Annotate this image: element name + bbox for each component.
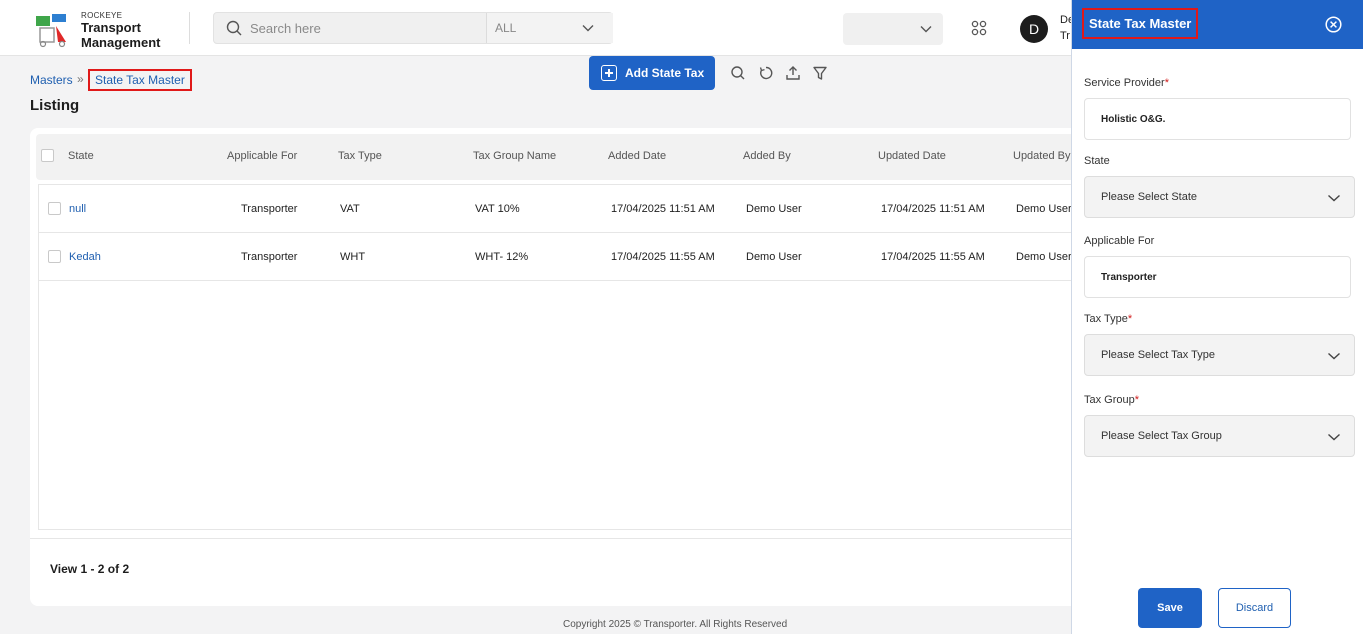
header-divider [189, 12, 190, 44]
page-title: Listing [30, 97, 80, 114]
column-header-applicable-for[interactable]: Applicable For [227, 150, 297, 162]
brand-line-1: Transport [81, 20, 141, 35]
cell-state[interactable]: Kedah [69, 251, 101, 263]
required-mark: * [1127, 313, 1133, 325]
column-header-tax-type[interactable]: Tax Type [338, 150, 382, 162]
table-row[interactable]: null Transporter VAT VAT 10% 17/04/2025 … [39, 185, 1085, 233]
brand-small: ROCKEYE [81, 11, 123, 20]
state-label: State [1084, 155, 1110, 167]
applicable-for-value: Transporter [1101, 272, 1157, 283]
avatar[interactable]: D [1020, 15, 1048, 43]
chevron-down-icon [1328, 194, 1340, 202]
search-input[interactable] [250, 13, 486, 43]
column-header-state[interactable]: State [68, 150, 94, 162]
tax-type-label-text: Tax Type [1084, 313, 1128, 325]
applicable-for-field[interactable]: Transporter [1084, 256, 1351, 298]
card-divider [30, 538, 1090, 539]
logo-icon [36, 14, 66, 48]
upload-icon[interactable] [785, 65, 801, 81]
cell-added-by: Demo User [746, 203, 802, 215]
user-role: Tr [1060, 30, 1070, 42]
tax-type-label: Tax Type* [1084, 313, 1132, 325]
state-label-text: State [1084, 155, 1110, 167]
select-all-checkbox[interactable] [41, 149, 54, 162]
cell-updated-date: 17/04/2025 11:51 AM [881, 203, 985, 215]
column-header-tax-group-name[interactable]: Tax Group Name [473, 150, 556, 162]
cell-tax-group-name: VAT 10% [475, 203, 520, 215]
search-icon [226, 20, 242, 36]
cell-updated-by: Demo User [1016, 203, 1072, 215]
cell-tax-type: WHT [340, 251, 366, 263]
tax-group-select-value: Please Select Tax Group [1101, 430, 1222, 442]
required-mark: * [1134, 394, 1140, 406]
add-state-tax-label: Add State Tax [625, 66, 705, 80]
column-header-updated-date[interactable]: Updated Date [878, 150, 946, 162]
cell-added-by: Demo User [746, 251, 802, 263]
breadcrumb-separator: » [77, 72, 84, 86]
search-scope-value: ALL [495, 21, 517, 35]
cell-applicable-for: Transporter [241, 203, 298, 215]
filter-icon[interactable] [812, 65, 828, 81]
search-icon[interactable] [730, 65, 746, 81]
global-search: ALL [213, 12, 613, 44]
tax-type-select-value: Please Select Tax Type [1101, 349, 1215, 361]
applicable-for-label: Applicable For [1084, 235, 1154, 247]
column-header-updated-by[interactable]: Updated By [1013, 150, 1070, 162]
tax-group-label-text: Tax Group [1084, 394, 1135, 406]
brand-line-2: Management [81, 35, 161, 50]
discard-button[interactable]: Discard [1218, 588, 1291, 628]
header-dropdown[interactable] [843, 13, 943, 45]
service-provider-value: Holistic O&G. [1101, 114, 1166, 125]
applicable-for-label-text: Applicable For [1084, 235, 1155, 247]
chevron-down-icon [1328, 352, 1340, 360]
cell-tax-group-name: WHT- 12% [475, 251, 529, 263]
apps-grid-icon[interactable] [971, 20, 987, 36]
column-header-added-by[interactable]: Added By [743, 150, 791, 162]
cell-updated-date: 17/04/2025 11:55 AM [881, 251, 985, 263]
state-tax-form-panel: State Tax Master Service Provider* Holis… [1071, 0, 1363, 634]
cell-state[interactable]: null [69, 203, 86, 215]
service-provider-label: Service Provider* [1084, 77, 1169, 89]
panel-header: State Tax Master [1072, 0, 1363, 49]
state-select-value: Please Select State [1101, 191, 1198, 203]
plus-icon [601, 65, 617, 81]
required-mark: * [1164, 77, 1169, 89]
search-scope-select[interactable]: ALL [486, 13, 613, 43]
cell-added-date: 17/04/2025 11:55 AM [611, 251, 715, 263]
chevron-down-icon [582, 25, 594, 32]
cell-added-date: 17/04/2025 11:51 AM [611, 203, 715, 215]
table-body: null Transporter VAT VAT 10% 17/04/2025 … [38, 184, 1086, 530]
column-header-added-date[interactable]: Added Date [608, 150, 666, 162]
chevron-down-icon [920, 26, 932, 33]
copyright-text: Copyright 2025 © Transporter. All Rights… [563, 619, 788, 630]
panel-title: State Tax Master [1082, 8, 1199, 39]
chevron-down-icon [1328, 433, 1340, 441]
cell-tax-type: VAT [340, 203, 360, 215]
cell-updated-by: Demo User [1016, 251, 1072, 263]
cell-applicable-for: Transporter [241, 251, 298, 263]
state-select[interactable]: Please Select State [1084, 176, 1355, 218]
service-provider-label-text: Service Provider [1084, 77, 1165, 89]
close-circle-icon[interactable] [1325, 16, 1342, 33]
tax-group-label: Tax Group* [1084, 394, 1139, 406]
tax-group-select[interactable]: Please Select Tax Group [1084, 415, 1355, 457]
table-row[interactable]: Kedah Transporter WHT WHT- 12% 17/04/202… [39, 233, 1085, 281]
table-header: State Applicable For Tax Type Tax Group … [36, 134, 1086, 180]
tax-type-select[interactable]: Please Select Tax Type [1084, 334, 1355, 376]
save-button[interactable]: Save [1138, 588, 1202, 628]
add-state-tax-button[interactable]: Add State Tax [589, 56, 715, 90]
row-checkbox[interactable] [48, 202, 61, 215]
breadcrumb-current[interactable]: State Tax Master [88, 69, 192, 91]
service-provider-field[interactable]: Holistic O&G. [1084, 98, 1351, 140]
row-checkbox[interactable] [48, 250, 61, 263]
pagination-summary: View 1 - 2 of 2 [50, 562, 130, 576]
listing-card: State Applicable For Tax Type Tax Group … [30, 128, 1090, 606]
refresh-icon[interactable] [758, 65, 774, 81]
breadcrumb-masters[interactable]: Masters [30, 73, 73, 87]
